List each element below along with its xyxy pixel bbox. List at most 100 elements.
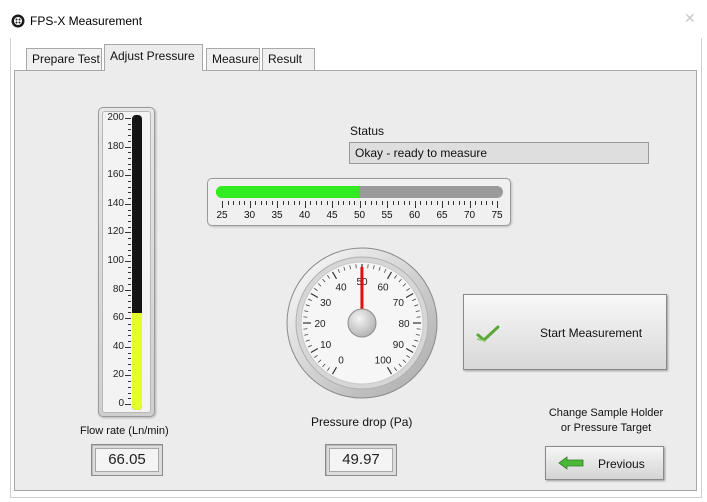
- pressure-bar-tick: [249, 201, 251, 208]
- pressure-bar-minor-tick: [255, 201, 256, 205]
- pressure-bar-tick-label: 40: [298, 210, 311, 221]
- dial-tick-label: 90: [393, 340, 405, 351]
- flow-gauge-tick: [125, 289, 131, 291]
- pressure-bar-minor-tick: [310, 201, 311, 205]
- change-holder-caption-line2: or Pressure Target: [560, 422, 652, 434]
- pressure-bar-minor-tick: [486, 201, 487, 205]
- pressure-bar-minor-tick: [431, 201, 432, 205]
- flow-gauge-minor-tick: [128, 123, 131, 125]
- flow-gauge-minor-tick: [128, 329, 131, 331]
- pressure-bar-minor-tick: [343, 201, 344, 205]
- pressure-bar-minor-tick: [475, 201, 476, 205]
- pressure-bar-minor-tick: [271, 201, 273, 205]
- app-logo-icon: [11, 14, 25, 28]
- pressure-bar-minor-tick: [365, 201, 366, 205]
- flow-gauge-minor-tick: [128, 220, 131, 222]
- flow-gauge-tick-label: 80: [112, 283, 124, 295]
- pressure-bar-minor-tick: [260, 201, 262, 205]
- pressure-bar-minor-tick: [266, 201, 267, 205]
- flow-gauge-tick: [125, 232, 131, 234]
- pressure-bar-minor-tick: [403, 201, 405, 205]
- close-icon[interactable]: ✕: [684, 10, 696, 27]
- pressure-bar-minor-tick: [409, 201, 410, 205]
- pressure-bar-minor-tick: [348, 201, 350, 205]
- dial-tick-label: 80: [398, 319, 410, 330]
- previous-button[interactable]: Previous: [545, 446, 664, 480]
- flow-gauge-minor-tick: [128, 301, 131, 303]
- flow-gauge-tick: [125, 261, 131, 262]
- flow-gauge-minor-tick: [128, 152, 131, 154]
- flow-gauge-tick: [125, 346, 131, 348]
- flow-gauge-tick: [125, 375, 131, 377]
- pressure-bar-minor-tick: [337, 201, 339, 205]
- flow-gauge-minor-tick: [128, 180, 131, 182]
- flow-gauge-minor-tick: [128, 192, 131, 194]
- pressure-bar-tick-label: 50: [353, 210, 366, 221]
- pressure-bar-minor-tick: [398, 201, 399, 205]
- pressure-bar-tick: [469, 201, 471, 208]
- tab-adjust-pressure[interactable]: Adjust Pressure: [104, 44, 203, 71]
- flow-gauge-tick-label: 200: [107, 112, 124, 123]
- pressure-bar-tick: [222, 201, 223, 208]
- flow-gauge-minor-tick: [128, 135, 131, 137]
- flow-gauge-minor-tick: [128, 255, 131, 257]
- pressure-bar-minor-tick: [326, 201, 328, 205]
- pressure-bar-minor-tick: [480, 201, 482, 205]
- flow-gauge-minor-tick: [128, 215, 131, 217]
- flow-gauge-minor-tick: [128, 323, 131, 325]
- dial-tick-label: 40: [335, 283, 347, 294]
- flow-gauge-minor-tick: [128, 386, 131, 388]
- flow-gauge-tick-label: 180: [107, 140, 124, 152]
- pressure-bar-tick-label: 75: [491, 210, 503, 221]
- pressure-bar-minor-tick: [288, 201, 289, 205]
- flow-gauge-minor-tick: [128, 306, 131, 308]
- dial-tick-label: 30: [320, 298, 332, 309]
- pressure-bar-minor-tick: [227, 201, 229, 205]
- pressure-bar-minor-tick: [376, 201, 377, 205]
- flow-gauge-tick-label: 0: [118, 398, 124, 409]
- pressure-bar-minor-tick: [464, 201, 465, 205]
- pressure-bar-minor-tick: [381, 201, 383, 205]
- pressure-bar-tick: [277, 201, 278, 208]
- flow-gauge-tick-label: 100: [107, 255, 124, 266]
- pressure-bar-tick: [442, 201, 443, 208]
- tab-measure[interactable]: Measure: [206, 48, 260, 70]
- pressure-bar-minor-tick: [370, 201, 372, 205]
- flow-gauge-tick: [125, 118, 131, 119]
- pressure-bar-fill: [216, 186, 360, 198]
- pressure-bar-tick-label: 70: [463, 210, 476, 221]
- flow-gauge-tick: [125, 175, 131, 177]
- flow-gauge-minor-tick: [128, 226, 131, 228]
- flow-gauge-minor-tick: [128, 312, 131, 314]
- pressure-bar-minor-tick: [453, 201, 454, 205]
- pressure-bar-minor-tick: [293, 201, 295, 205]
- status-field: Okay - ready to measure: [349, 142, 649, 164]
- pressure-bar-minor-tick: [244, 201, 245, 205]
- flow-gauge-minor-tick: [128, 358, 131, 360]
- pressure-bar-tick-label: 30: [243, 210, 256, 221]
- flow-gauge-tick: [125, 203, 131, 205]
- pressure-bar-tick-label: 45: [326, 210, 338, 221]
- pressure-bar-tick-label: 65: [436, 210, 448, 221]
- pressure-bar-minor-tick: [238, 201, 240, 205]
- flow-gauge-minor-tick: [128, 381, 131, 383]
- flow-gauge-fill: [132, 312, 142, 410]
- flow-gauge-tick: [125, 146, 131, 148]
- change-holder-caption-line1: Change Sample Holder: [548, 407, 664, 419]
- flow-gauge-tick-label: 140: [107, 197, 124, 209]
- tab-prepare-test[interactable]: Prepare Test: [26, 48, 102, 70]
- start-measurement-button[interactable]: Start Measurement: [463, 294, 667, 370]
- pressure-bar-tick: [359, 201, 361, 208]
- pressure-bar-tick-label: 60: [408, 210, 421, 221]
- pressure-bar-tick-label: 25: [216, 210, 228, 221]
- pressure-bar-tick: [304, 201, 306, 208]
- status-label: Status: [350, 124, 385, 138]
- pressure-bar-minor-tick: [447, 201, 449, 205]
- dial-hub: [347, 308, 377, 338]
- flow-gauge-minor-tick: [128, 335, 131, 337]
- checkmark-icon: [476, 325, 500, 342]
- flow-gauge-minor-tick: [128, 209, 131, 211]
- tab-result[interactable]: Result: [262, 48, 315, 70]
- pressure-bar-minor-tick: [491, 201, 493, 205]
- pressure-bar-tick: [497, 201, 498, 208]
